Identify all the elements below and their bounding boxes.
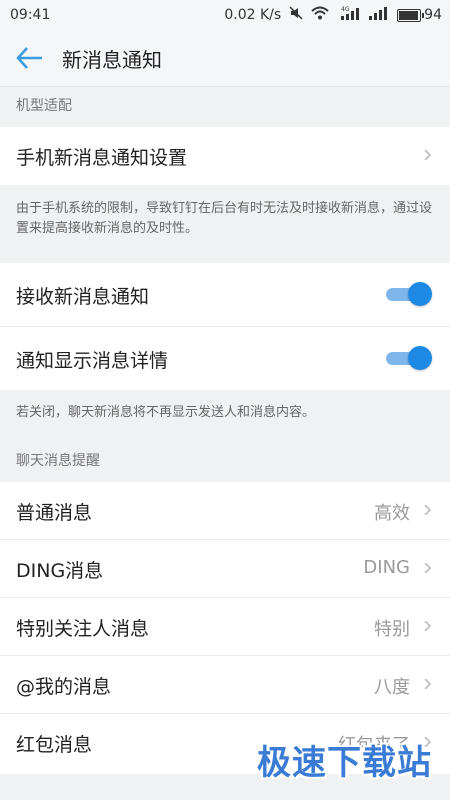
chevron-right-icon — [424, 563, 432, 573]
show-details-toggle[interactable] — [386, 346, 432, 370]
phone-notification-settings-row[interactable]: 手机新消息通知设置 — [0, 127, 450, 185]
row-value: 高效 — [374, 503, 410, 524]
section-label-chat: 聊天消息提醒 — [16, 453, 100, 469]
back-button[interactable] — [14, 44, 46, 72]
section-label-model: 机型适配 — [16, 98, 72, 114]
group-chat-reminders: 普通消息 高效 DING消息 DING 特别关注人消息 特别 @我的消息 八度 … — [0, 482, 450, 774]
chat-item-mention[interactable]: @我的消息 八度 — [0, 656, 450, 714]
cellular-signal-icon-2 — [367, 6, 389, 24]
row-label: 普通消息 — [16, 502, 93, 524]
group-model: 手机新消息通知设置 — [0, 127, 450, 185]
row-label: 特别关注人消息 — [16, 618, 150, 640]
group-toggles: 接收新消息通知 通知显示消息详情 — [0, 263, 450, 390]
chat-item-ding[interactable]: DING消息 DING — [0, 540, 450, 598]
row-label: 手机新消息通知设置 — [16, 147, 188, 169]
cellular-signal-icon: 4G — [337, 6, 360, 24]
row-label: 红包消息 — [16, 734, 93, 756]
battery-indicator: 94 — [397, 7, 442, 23]
battery-icon — [397, 8, 425, 22]
battery-level: 94 — [424, 7, 442, 23]
chevron-right-icon — [424, 621, 432, 631]
row-label: DING消息 — [16, 560, 104, 582]
status-bar: 09:41 0.02 K/s 4G 94 — [0, 0, 450, 30]
status-icons: 0.02 K/s 4G 94 — [224, 6, 442, 24]
chevron-right-icon — [424, 679, 432, 689]
row-value: 特别 — [374, 619, 410, 640]
arrow-left-icon — [16, 47, 42, 69]
network-speed: 0.02 K/s — [224, 7, 282, 23]
row-label: 接收新消息通知 — [16, 286, 150, 308]
note-system-limit: 由于手机系统的限制，导致钉钉在后台有时无法及时接收新消息，通过设置来提高接收新消… — [16, 201, 433, 236]
row-label: @我的消息 — [16, 676, 112, 698]
mute-icon — [289, 6, 303, 24]
chevron-right-icon — [424, 505, 432, 515]
show-details-row: 通知显示消息详情 — [0, 327, 450, 390]
signal-4g-label: 4G — [341, 6, 350, 13]
receive-notification-toggle[interactable] — [386, 282, 432, 306]
app-header: 新消息通知 — [0, 30, 450, 87]
note-details-off: 若关闭，聊天新消息将不再显示发送人和消息内容。 — [16, 405, 316, 420]
chat-item-special[interactable]: 特别关注人消息 特别 — [0, 598, 450, 656]
wifi-icon — [311, 6, 329, 24]
row-value: 八度 — [374, 677, 410, 698]
row-label: 通知显示消息详情 — [16, 350, 169, 372]
watermark-logo: 极速下载站 — [257, 743, 432, 783]
receive-notification-row: 接收新消息通知 — [0, 263, 450, 327]
row-value: DING — [363, 557, 410, 578]
chevron-right-icon — [424, 150, 432, 160]
chat-item-normal[interactable]: 普通消息 高效 — [0, 482, 450, 540]
page-title: 新消息通知 — [62, 48, 162, 72]
status-time: 09:41 — [10, 7, 51, 23]
